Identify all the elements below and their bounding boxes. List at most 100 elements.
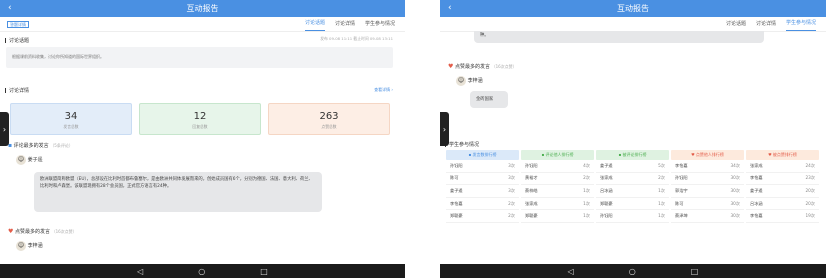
student-name: 蔡梓皓 bbox=[525, 187, 538, 193]
ranking-column: ▪ 评论他人排行榜 孙钰阳 4次 黄裕才 2次 蔡梓皓 1次 张家成 1次 郑聪豪 1次 bbox=[521, 150, 594, 223]
back-icon[interactable]: ‹ bbox=[8, 3, 12, 13]
ranking-column: ▪ 被评论排行榜 姜子遥 5次 张家成 2次 吕冰涵 1次 郑聪豪 1次 孙钰阳 1次 bbox=[596, 150, 669, 223]
table-row: 李怡嘉 2次 bbox=[446, 198, 519, 211]
tab-detail[interactable]: 讨论详情 bbox=[756, 17, 776, 32]
table-row: 郑聪豪 1次 bbox=[521, 210, 594, 223]
count-value: 30次 bbox=[730, 200, 740, 206]
tab-detail[interactable]: 讨论详情 bbox=[335, 17, 355, 32]
stat-replies: 12 回复总数 bbox=[139, 103, 261, 135]
table-row: 吕冰涵 1次 bbox=[596, 185, 669, 198]
ranking-column: ▪ 发言数排行榜 孙钰阳 3次 陈可 3次 姜子遥 3次 李怡嘉 2次 郑聪豪 2次 bbox=[446, 150, 519, 223]
table-row: 姜子遥 20次 bbox=[746, 185, 819, 198]
student-name: 郭浩宇 bbox=[675, 187, 688, 193]
table-row: 李怡嘉 23次 bbox=[746, 173, 819, 186]
tab-topic[interactable]: 讨论话题 bbox=[726, 17, 746, 32]
nav-back-icon[interactable]: ◁ bbox=[568, 267, 574, 276]
student-name: 李怡嘉 bbox=[750, 175, 763, 181]
student-name: 孙钰阳 bbox=[600, 213, 613, 219]
table-row: 陈可 3次 bbox=[446, 173, 519, 186]
student-name: 张家成 bbox=[525, 200, 538, 206]
nav-recent-icon[interactable]: □ bbox=[691, 267, 699, 276]
detail-link[interactable]: 查看详情 › bbox=[374, 87, 393, 93]
avatar: ☺ bbox=[16, 241, 26, 251]
topic-box: 根据课前资料收集，讨论你所知道的国际世界组织。 bbox=[6, 47, 393, 68]
heart-icon: ♥ bbox=[448, 63, 454, 70]
nav-back-icon[interactable]: ◁ bbox=[137, 267, 143, 276]
nav-home-icon[interactable]: ○ bbox=[629, 267, 636, 276]
like-section-title: 点赞最多的发言 bbox=[14, 229, 50, 235]
count-value: 5次 bbox=[658, 162, 665, 168]
like-text: 金砖国家 bbox=[476, 97, 494, 102]
like-author: ☺ 李梓涵 bbox=[456, 76, 483, 86]
count-value: 2次 bbox=[583, 175, 590, 181]
count-value: 23次 bbox=[805, 175, 815, 181]
table-row: 孙钰阳 1次 bbox=[596, 210, 669, 223]
nav-recent-icon[interactable]: □ bbox=[260, 267, 268, 276]
stat-replies-value: 12 bbox=[193, 111, 207, 122]
table-row: 李怡嘉 19次 bbox=[746, 210, 819, 223]
table-row: 陈可 30次 bbox=[671, 198, 744, 211]
ranking-column-header: ♥ 被点赞排行榜 bbox=[746, 150, 819, 160]
app-bar: ‹ 互动报告 bbox=[440, 0, 826, 17]
student-name: 郑聪豪 bbox=[525, 213, 538, 219]
like-bubble: 金砖国家 bbox=[470, 91, 508, 108]
count-value: 20次 bbox=[805, 200, 815, 206]
count-value: 30次 bbox=[730, 175, 740, 181]
like-author-name: 李梓涵 bbox=[27, 243, 43, 249]
student-name: 陈可 bbox=[675, 200, 684, 206]
topic-text: 根据课前资料收集，讨论你所知道的国际世界组织。 bbox=[12, 54, 104, 59]
tab-participation[interactable]: 学生参与情况 bbox=[365, 17, 395, 32]
avatar: ☺ bbox=[456, 76, 466, 86]
student-name: 张家成 bbox=[750, 162, 763, 168]
stat-likes-label: 点赞总数 bbox=[321, 124, 337, 129]
table-row: 张家成 24次 bbox=[746, 160, 819, 173]
tab-bar: 答题详情 讨论话题 讨论详情 学生参与情况 bbox=[0, 17, 405, 32]
like-author-name: 李梓涵 bbox=[467, 78, 483, 84]
best-author-name: 姜子遥 bbox=[27, 157, 43, 163]
table-row: 张家成 2次 bbox=[596, 173, 669, 186]
like-hint: （16次点赞） bbox=[51, 229, 77, 234]
avatar: ☺ bbox=[16, 155, 26, 165]
count-value: 1次 bbox=[583, 213, 590, 219]
table-row: 姜子遥 3次 bbox=[446, 185, 519, 198]
best-section-title: 评论最多的发言 bbox=[13, 143, 49, 149]
table-row: 吕冰涵 20次 bbox=[746, 198, 819, 211]
left-screen: ‹ 互动报告 答题详情 讨论话题 讨论详情 学生参与情况 讨论话题 发布 09-… bbox=[0, 0, 405, 278]
count-value: 3次 bbox=[508, 175, 515, 181]
system-nav-bar: ◁ ○ □ bbox=[440, 264, 826, 278]
count-value: 30次 bbox=[730, 187, 740, 193]
side-drawer-toggle[interactable]: › bbox=[0, 112, 9, 146]
table-row: 郑聪豪 2次 bbox=[446, 210, 519, 223]
ranking-column-header: ▪ 被评论排行榜 bbox=[596, 150, 669, 160]
student-name: 吕冰涵 bbox=[600, 187, 613, 193]
count-value: 3次 bbox=[508, 187, 515, 193]
ranking-column-title: 评论他人排行榜 bbox=[545, 152, 574, 157]
tab-participation[interactable]: 学生参与情况 bbox=[785, 17, 816, 31]
ranking-column-title: 点赞他人排行榜 bbox=[695, 152, 724, 157]
student-name: 孙钰阳 bbox=[450, 162, 463, 168]
ranking-column-header: ♥ 点赞他人排行榜 bbox=[671, 150, 744, 160]
page-title: 互动报告 bbox=[617, 4, 649, 13]
prev-bubble-tail: 种。 bbox=[474, 31, 764, 43]
table-row: 李怡嘉 34次 bbox=[671, 160, 744, 173]
page-title: 互动报告 bbox=[186, 4, 219, 13]
table-row: 郑聪豪 1次 bbox=[596, 198, 669, 211]
ranking-column: ♥ 被点赞排行榜 张家成 24次 李怡嘉 23次 姜子遥 20次 吕冰涵 20次 李怡嘉 19次 bbox=[746, 150, 819, 223]
best-author: ☺ 姜子遥 bbox=[16, 155, 43, 165]
tab-topic[interactable]: 讨论话题 bbox=[304, 17, 325, 31]
back-icon[interactable]: ‹ bbox=[448, 3, 452, 13]
table-row: 孙钰阳 4次 bbox=[521, 160, 594, 173]
student-name: 郑聪豪 bbox=[450, 213, 463, 219]
side-drawer-toggle[interactable]: › bbox=[440, 112, 449, 146]
app-bar: ‹ 互动报告 bbox=[0, 0, 405, 17]
stat-likes: 263 点赞总数 bbox=[268, 103, 390, 135]
best-comment-header: ▪ 评论最多的发言 （5条评论） bbox=[8, 142, 73, 149]
count-value: 1次 bbox=[658, 213, 665, 219]
student-name: 姜子遥 bbox=[750, 187, 763, 193]
detail-tag[interactable]: 答题详情 bbox=[7, 21, 29, 28]
count-value: 34次 bbox=[730, 162, 740, 168]
nav-home-icon[interactable]: ○ bbox=[198, 267, 205, 276]
count-value: 24次 bbox=[805, 162, 815, 168]
stat-posts-label: 发言总数 bbox=[63, 124, 79, 129]
stat-posts-value: 34 bbox=[64, 111, 78, 122]
